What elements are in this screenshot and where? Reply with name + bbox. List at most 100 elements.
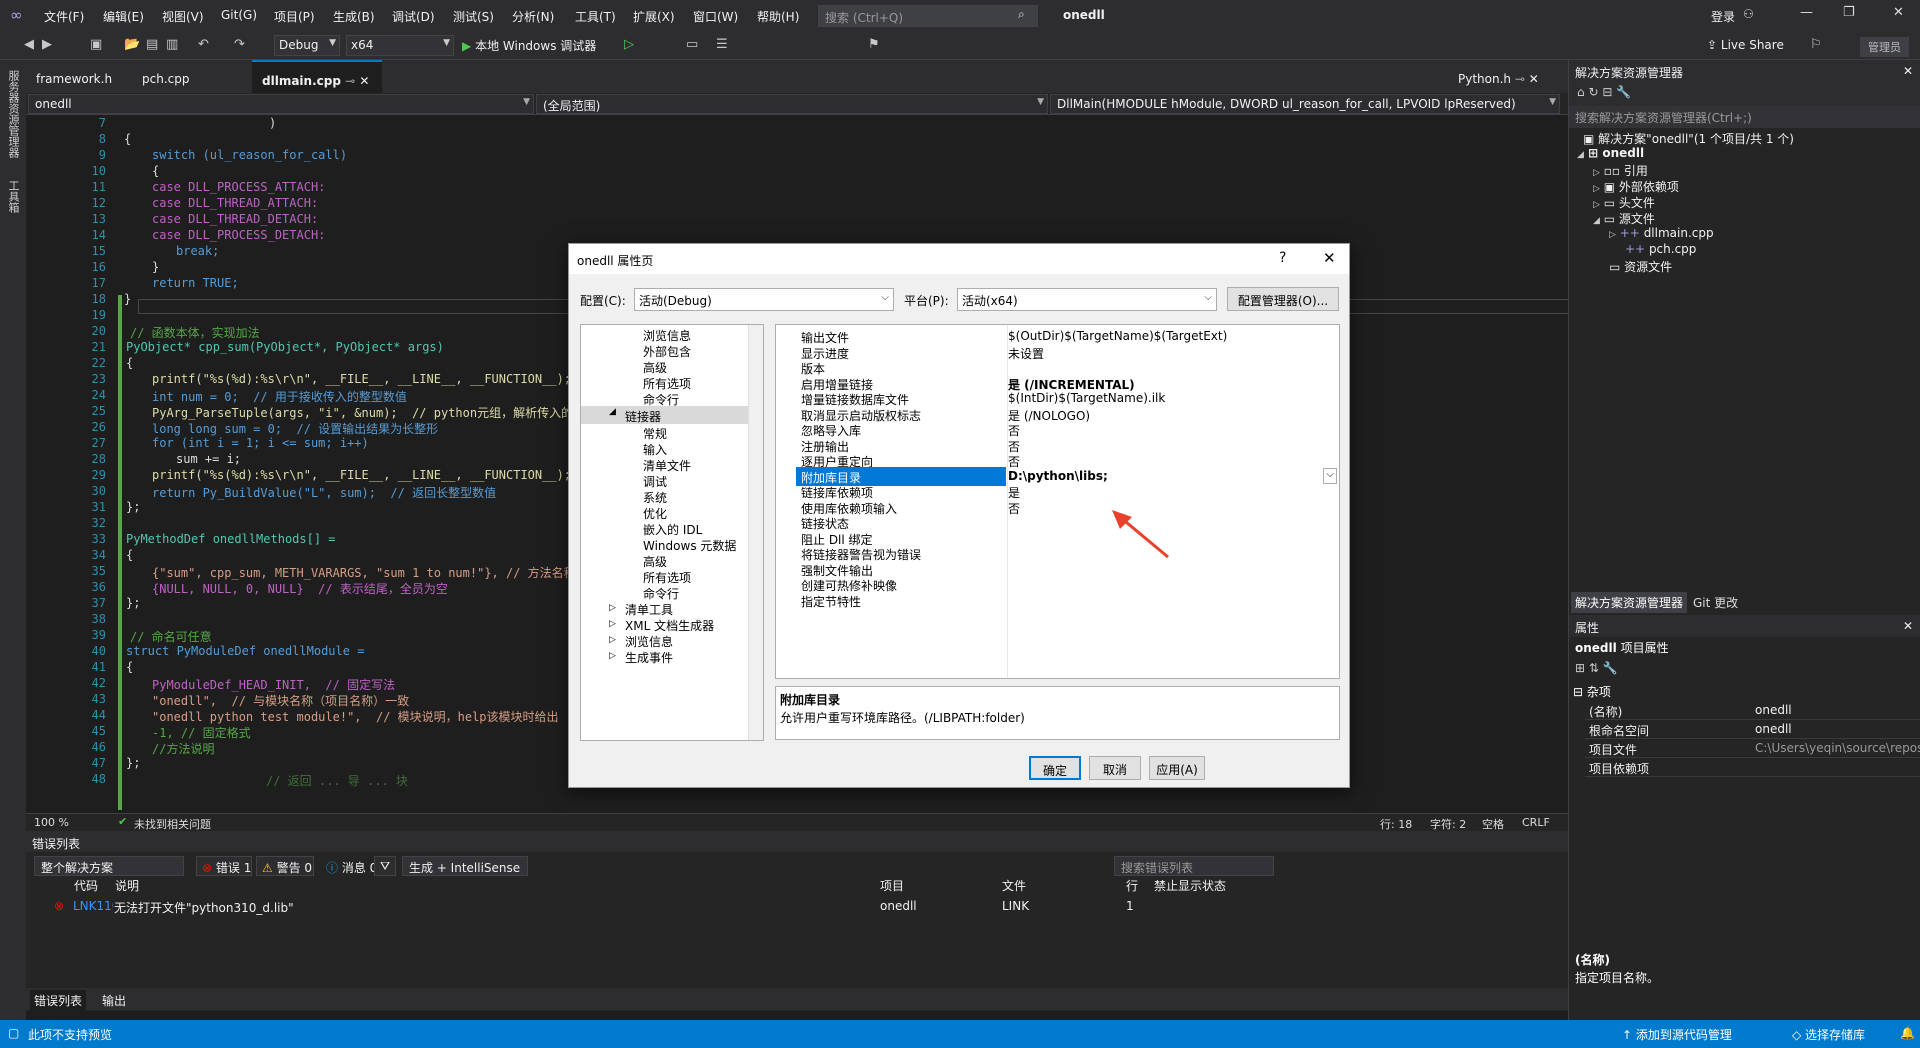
properties-subject[interactable]: onedll 项目属性 xyxy=(1575,639,1669,656)
tree-header-files[interactable]: ▷ ▭ 头文件 xyxy=(1593,194,1655,211)
tree-references[interactable]: ▷ ▫▫ 引用 xyxy=(1593,162,1648,179)
new-project-icon[interactable]: ▣ xyxy=(90,37,102,52)
forward-icon[interactable]: ▶ xyxy=(42,37,52,52)
pin-icon[interactable]: ⊸ xyxy=(345,74,355,88)
solution-search-input[interactable]: 搜索解决方案资源管理器(Ctrl+;) xyxy=(1569,106,1920,128)
project-scope-select[interactable]: onedll ▼ xyxy=(28,94,534,114)
cancel-button[interactable]: 取消 xyxy=(1089,756,1141,780)
collapsed-icon[interactable]: ▷ xyxy=(609,635,616,645)
filter-icon[interactable]: ⛛ xyxy=(374,856,396,876)
menu-help[interactable]: 帮助(H) xyxy=(757,8,799,25)
ok-button[interactable]: 确定 xyxy=(1029,756,1081,780)
tree-node[interactable]: 高级 xyxy=(643,553,667,570)
property-category[interactable]: ⊟ 杂项 xyxy=(1573,683,1611,700)
run-without-debug-icon[interactable]: ▷ xyxy=(624,37,634,52)
undo-icon[interactable]: ↶ xyxy=(198,37,209,52)
member-select[interactable]: DllMain(HMODULE hModule, DWORD ul_reason… xyxy=(1050,94,1560,114)
wrench-icon[interactable]: 🔧 xyxy=(1603,661,1618,675)
categorized-icon[interactable]: ⊞ xyxy=(1575,661,1585,675)
col-suppress[interactable]: 禁止显示状态 xyxy=(1154,877,1226,894)
minimize-icon[interactable]: — xyxy=(1800,5,1813,20)
error-scope-select[interactable]: 整个解决方案 xyxy=(34,856,184,876)
col-code[interactable]: 代码 xyxy=(74,877,98,894)
type-scope-select[interactable]: (全局范围) ▼ xyxy=(536,94,1048,114)
tree-pch-cpp[interactable]: ++ pch.cpp xyxy=(1625,242,1696,256)
col-desc[interactable]: 说明 xyxy=(115,877,139,894)
refresh-icon[interactable]: ↻ xyxy=(1588,85,1598,99)
col-project[interactable]: 项目 xyxy=(880,877,904,894)
tree-node[interactable]: 清单文件 xyxy=(643,457,691,474)
menu-analyze[interactable]: 分析(N) xyxy=(512,8,554,25)
tab-solution-explorer[interactable]: 解决方案资源管理器 xyxy=(1571,592,1688,613)
collapsed-icon[interactable]: ▷ xyxy=(609,651,616,661)
build-filter-select[interactable]: 生成 + IntelliSense xyxy=(402,856,528,876)
select-repo-button[interactable]: ◇ 选择存储库 xyxy=(1792,1026,1865,1043)
issues-status[interactable]: 未找到相关问题 xyxy=(134,816,211,832)
tree-solution[interactable]: ▣ 解决方案"onedll"(1 个项目/共 1 个) xyxy=(1583,130,1794,147)
menu-git[interactable]: Git(G) xyxy=(221,8,257,22)
tree-node[interactable]: Windows 元数据 xyxy=(643,537,736,554)
start-debugging-button[interactable]: ▶ 本地 Windows 调试器 xyxy=(462,37,596,54)
tree-node[interactable]: 优化 xyxy=(643,505,667,522)
tab-error-list[interactable]: 错误列表 xyxy=(30,990,87,1011)
tab-framework-h[interactable]: framework.h xyxy=(26,60,132,93)
close-icon[interactable]: ✕ xyxy=(1529,72,1539,86)
tree-resource-files[interactable]: ▭ 资源文件 xyxy=(1609,258,1672,275)
tree-node[interactable]: 浏览信息 xyxy=(625,633,673,650)
menu-window[interactable]: 窗口(W) xyxy=(693,8,738,25)
account-icon[interactable]: ⚇ xyxy=(1743,7,1754,21)
tree-node[interactable]: 外部包含 xyxy=(643,343,691,360)
error-code-link[interactable]: LNK1104 xyxy=(73,899,113,913)
home-icon[interactable]: ⌂ xyxy=(1577,85,1585,99)
tree-node[interactable]: 清单工具 xyxy=(625,601,673,618)
tab-pch-cpp[interactable]: pch.cpp xyxy=(132,60,228,93)
whitespace-indicator[interactable]: 空格 xyxy=(1482,816,1504,832)
global-search-input[interactable]: 搜索 (Ctrl+Q) xyxy=(818,5,1038,27)
col-line[interactable]: 行 xyxy=(1126,877,1138,894)
tree-source-files[interactable]: ◢ ▭ 源文件 xyxy=(1593,210,1655,227)
tree-node[interactable]: 所有选项 xyxy=(643,375,691,392)
tree-node[interactable]: 常规 xyxy=(643,425,667,442)
tree-node[interactable]: 嵌入的 IDL xyxy=(643,521,702,538)
notification-icon[interactable]: 🔔 xyxy=(1900,1026,1915,1040)
tree-node[interactable]: 系统 xyxy=(643,489,667,506)
warnings-filter-button[interactable]: ⚠ 警告 0 xyxy=(256,856,314,876)
apply-button[interactable]: 应用(A) xyxy=(1149,756,1205,780)
platform-select[interactable]: x64 ▼ xyxy=(346,35,454,56)
config-manager-button[interactable]: 配置管理器(O)... xyxy=(1227,287,1339,311)
menu-extensions[interactable]: 扩展(X) xyxy=(633,8,675,25)
property-row[interactable]: 项目文件 C:\Users\yeqin\source\repos\ xyxy=(1585,739,1920,758)
errors-filter-button[interactable]: ⊗ 错误 1 xyxy=(196,856,252,876)
menu-file[interactable]: 文件(F) xyxy=(44,8,84,25)
tree-node[interactable]: XML 文档生成器 xyxy=(625,617,714,634)
tree-node[interactable]: 命令行 xyxy=(643,585,679,602)
add-source-control-button[interactable]: ↑ 添加到源代码管理 xyxy=(1622,1026,1732,1043)
menu-tools[interactable]: 工具(T) xyxy=(575,8,616,25)
redo-icon[interactable]: ↷ xyxy=(234,37,245,52)
menu-debug[interactable]: 调试(D) xyxy=(392,8,435,25)
collapse-icon[interactable]: ⊟ xyxy=(1602,85,1612,99)
tab-output[interactable]: 输出 xyxy=(98,990,130,1011)
tree-scrollbar[interactable] xyxy=(748,325,763,740)
alphabetical-icon[interactable]: ⇅ xyxy=(1589,661,1599,675)
property-row[interactable]: 根命名空间 onedll xyxy=(1585,720,1920,739)
tab-git-changes[interactable]: Git 更改 xyxy=(1689,592,1742,613)
collapsed-icon[interactable]: ▷ xyxy=(609,603,616,613)
server-explorer-tab[interactable]: 服务器资源管理器 xyxy=(5,70,21,158)
layout-icon[interactable]: ☰ xyxy=(716,37,728,52)
zoom-level[interactable]: 100 % xyxy=(34,816,69,829)
close-window-icon[interactable]: ✕ xyxy=(1893,5,1904,20)
help-button[interactable]: ? xyxy=(1279,250,1286,266)
tree-node[interactable]: 高级 xyxy=(643,359,667,376)
collapsed-icon[interactable]: ▷ xyxy=(609,619,616,629)
tree-node[interactable]: 调试 xyxy=(643,473,667,490)
menu-edit[interactable]: 编辑(E) xyxy=(103,8,144,25)
restore-icon[interactable]: ❐ xyxy=(1843,5,1855,20)
tab-dllmain-cpp[interactable]: dllmain.cpp ⊸ ✕ xyxy=(252,60,382,93)
tree-project[interactable]: ◢ ⊞ onedll xyxy=(1577,146,1644,160)
close-icon[interactable]: ✕ xyxy=(1903,64,1913,78)
messages-filter-button[interactable]: ⓘ 消息 0 xyxy=(320,856,380,876)
feedback-icon[interactable]: ⚐ xyxy=(1810,37,1822,52)
folder-icon[interactable]: ▭ xyxy=(686,37,698,52)
bookmark-icon[interactable]: ⚑ xyxy=(868,37,880,52)
